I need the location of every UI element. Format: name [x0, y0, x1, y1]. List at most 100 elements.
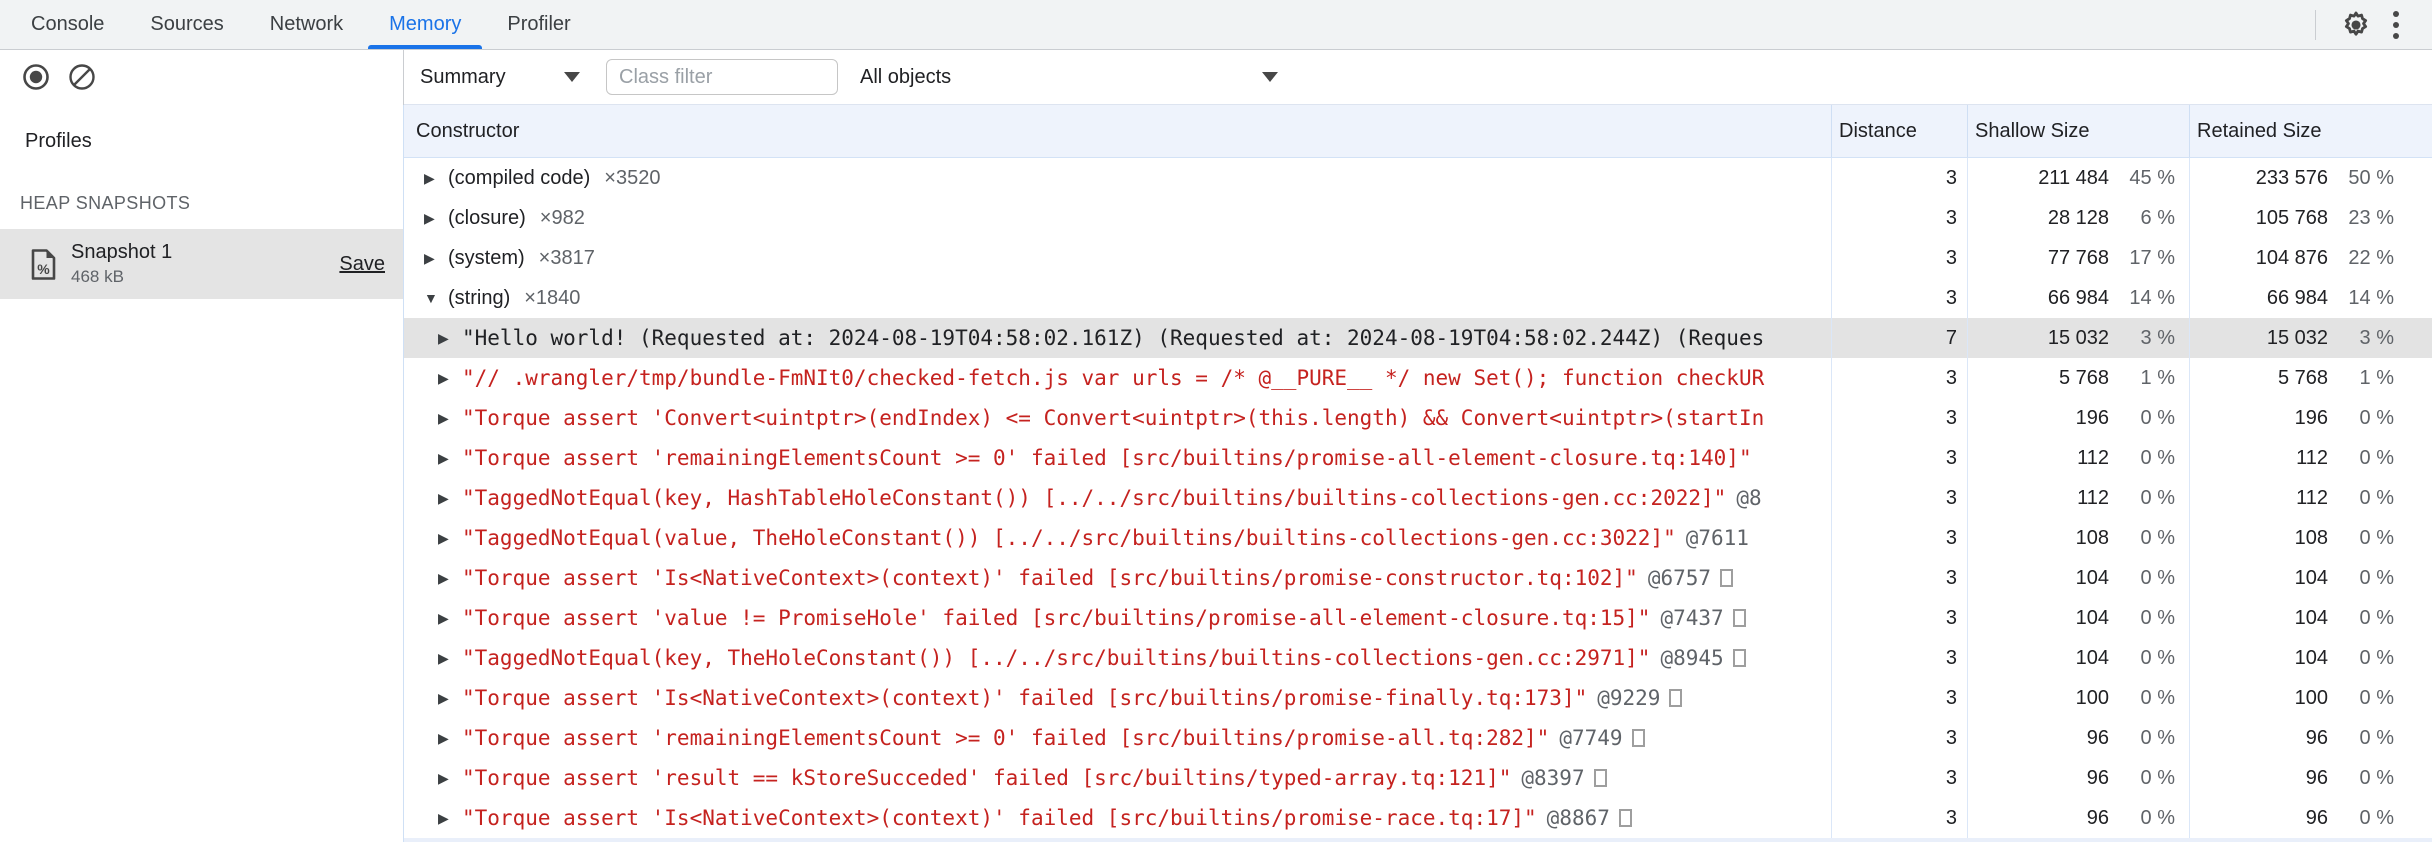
expander-icon[interactable]: ▼	[424, 290, 448, 306]
expander-icon[interactable]: ▶	[424, 170, 448, 187]
table-row[interactable]: ▶ "Torque assert 'Is<NativeContext>(cont…	[404, 678, 2432, 718]
expander-icon[interactable]: ▶	[438, 330, 462, 347]
expander-icon[interactable]: ▶	[438, 810, 462, 827]
distance-cell: 3	[1831, 358, 1967, 398]
shallow-size-value: 104	[2075, 646, 2109, 669]
retained-size-cell: 196 0 %	[2189, 398, 2432, 438]
column-header-constructor[interactable]: Constructor	[404, 105, 1831, 157]
tab-profiler[interactable]: Profiler	[484, 0, 593, 49]
snapshot-list-item[interactable]: % Snapshot 1 468 kB Save	[0, 229, 403, 299]
retained-size-cell: 112 0 %	[2189, 478, 2432, 518]
retained-size-percent: 0 %	[2359, 806, 2394, 829]
expander-icon[interactable]: ▶	[438, 530, 462, 547]
table-row[interactable]: ▶ "Torque assert 'Is<NativeContext>(cont…	[404, 798, 2432, 838]
profiles-sidebar: Profiles HEAP SNAPSHOTS % Snapshot 1 468…	[0, 50, 404, 842]
column-header-shallow-size[interactable]: Shallow Size	[1967, 105, 2189, 157]
unknown-char-box-icon	[1732, 649, 1746, 667]
expander-icon[interactable]: ▶	[438, 410, 462, 427]
table-row[interactable]: ▶ "Hello world! (Requested at: 2024-08-1…	[404, 318, 2432, 358]
table-row[interactable]: ▶ "Torque assert 'remainingElementsCount…	[404, 438, 2432, 478]
object-id: @6757	[1647, 566, 1712, 590]
heap-snapshot-document-icon: %	[31, 248, 56, 280]
retained-size-value: 104	[2294, 646, 2328, 669]
tab-memory[interactable]: Memory	[366, 0, 484, 49]
table-row[interactable]: ▶ (system) ×3817 3 77 768 17 % 104 876 2…	[404, 238, 2432, 278]
expander-icon[interactable]: ▶	[438, 730, 462, 747]
tab-label: Sources	[150, 13, 224, 35]
tab-sources[interactable]: Sources	[127, 0, 246, 49]
retained-size-value: 104	[2294, 606, 2328, 629]
constructor-name: "Torque assert 'value != PromiseHole' fa…	[462, 606, 1651, 630]
expander-icon[interactable]: ▶	[438, 610, 462, 627]
retained-size-value: 112	[2296, 486, 2328, 509]
table-row[interactable]: ▶ "TaggedNotEqual(key, TheHoleConstant()…	[404, 638, 2432, 678]
distance-cell: 3	[1831, 398, 1967, 438]
shallow-size-cell: 196 0 %	[1967, 398, 2189, 438]
constructor-name: "Torque assert 'Is<NativeContext>(contex…	[462, 686, 1588, 710]
shallow-size-value: 112	[2077, 486, 2109, 509]
unknown-char-box-icon	[1618, 809, 1632, 827]
retained-size-cell: 104 0 %	[2189, 598, 2432, 638]
table-row[interactable]: ▶ "// .wrangler/tmp/bundle-FmNIt0/checke…	[404, 358, 2432, 398]
expander-icon[interactable]: ▶	[438, 490, 462, 507]
constructor-name: "Hello world! (Requested at: 2024-08-19T…	[462, 326, 1765, 350]
table-row[interactable]: ▶ "TaggedNotEqual(key, HashTableHoleCons…	[404, 478, 2432, 518]
retained-size-percent: 23 %	[2348, 206, 2394, 229]
retained-size-cell: 66 984 14 %	[2189, 278, 2432, 318]
tab-network[interactable]: Network	[247, 0, 366, 49]
retained-size-value: 105 768	[2255, 206, 2328, 229]
shallow-size-percent: 0 %	[2140, 446, 2175, 469]
expander-icon[interactable]: ▶	[424, 250, 448, 267]
shallow-size-percent: 0 %	[2140, 406, 2175, 429]
retained-size-value: 104 876	[2255, 246, 2328, 269]
more-options-button[interactable]	[2376, 5, 2416, 45]
shallow-size-percent: 0 %	[2140, 766, 2175, 789]
objects-scope-select[interactable]: All objects	[860, 66, 1278, 89]
expander-icon[interactable]: ▶	[438, 450, 462, 467]
distance-cell: 3	[1831, 718, 1967, 758]
table-row[interactable]: ▶ "Torque assert 'value != PromiseHole' …	[404, 598, 2432, 638]
perspective-select[interactable]: Summary	[420, 66, 580, 89]
retained-size-value: 112	[2296, 446, 2328, 469]
table-row[interactable]: ▶ (compiled code) ×3520 3 211 484 45 % 2…	[404, 158, 2432, 198]
memory-panel-main: Summary All objects Constructor Distance…	[403, 50, 2432, 842]
table-row[interactable]: ▼ (string) ×1840 3 66 984 14 % 66 984 14…	[404, 278, 2432, 318]
table-row[interactable]: ▶ (closure) ×982 3 28 128 6 % 105 768 23…	[404, 198, 2432, 238]
shallow-size-cell: 96 0 %	[1967, 798, 2189, 838]
shallow-size-value: 96	[2086, 766, 2109, 789]
column-header-distance[interactable]: Distance	[1831, 105, 1967, 157]
shallow-size-percent: 0 %	[2140, 806, 2175, 829]
shallow-size-percent: 1 %	[2140, 366, 2175, 389]
save-snapshot-link[interactable]: Save	[339, 253, 385, 276]
expander-icon[interactable]: ▶	[438, 690, 462, 707]
table-row[interactable]: ▶ "Torque assert 'result == kStoreSucced…	[404, 758, 2432, 798]
profiles-title: Profiles	[25, 130, 92, 152]
table-row[interactable]: ▶ "Torque assert 'Is<NativeContext>(cont…	[404, 558, 2432, 598]
constructor-name: "// .wrangler/tmp/bundle-FmNIt0/checked-…	[462, 366, 1765, 390]
kebab-menu-icon	[2392, 9, 2400, 41]
retained-size-cell: 108 0 %	[2189, 518, 2432, 558]
expander-icon[interactable]: ▶	[438, 570, 462, 587]
constructor-name: "Torque assert 'remainingElementsCount >…	[462, 726, 1550, 750]
record-heap-snapshot-button[interactable]	[16, 57, 56, 97]
clear-profiles-button[interactable]	[62, 57, 102, 97]
table-row[interactable]: ▶ "TaggedNotEqual(value, TheHoleConstant…	[404, 518, 2432, 558]
expander-icon[interactable]: ▶	[438, 770, 462, 787]
tab-console[interactable]: Console	[8, 0, 127, 49]
class-filter-input[interactable]	[606, 59, 838, 95]
expander-icon[interactable]: ▶	[438, 370, 462, 387]
table-row[interactable]: ▶ "Torque assert 'Convert<uintptr>(endIn…	[404, 398, 2432, 438]
tab-label: Profiler	[507, 13, 571, 35]
shallow-size-percent: 0 %	[2140, 526, 2175, 549]
expander-icon[interactable]: ▶	[438, 650, 462, 667]
column-header-retained-size[interactable]: Retained Size	[2189, 105, 2432, 157]
snapshot-info: Snapshot 1 468 kB	[71, 241, 172, 287]
expander-icon[interactable]: ▶	[424, 210, 448, 227]
settings-button[interactable]	[2336, 5, 2376, 45]
constructor-name: "Torque assert 'remainingElementsCount >…	[462, 446, 1752, 470]
table-row[interactable]: ▶ "Torque assert 'remainingElementsCount…	[404, 718, 2432, 758]
retained-size-cell: 96 0 %	[2189, 798, 2432, 838]
constructor-name: "TaggedNotEqual(key, TheHoleConstant()) …	[462, 646, 1651, 670]
shallow-size-value: 104	[2075, 566, 2109, 589]
retained-size-percent: 0 %	[2359, 526, 2394, 549]
